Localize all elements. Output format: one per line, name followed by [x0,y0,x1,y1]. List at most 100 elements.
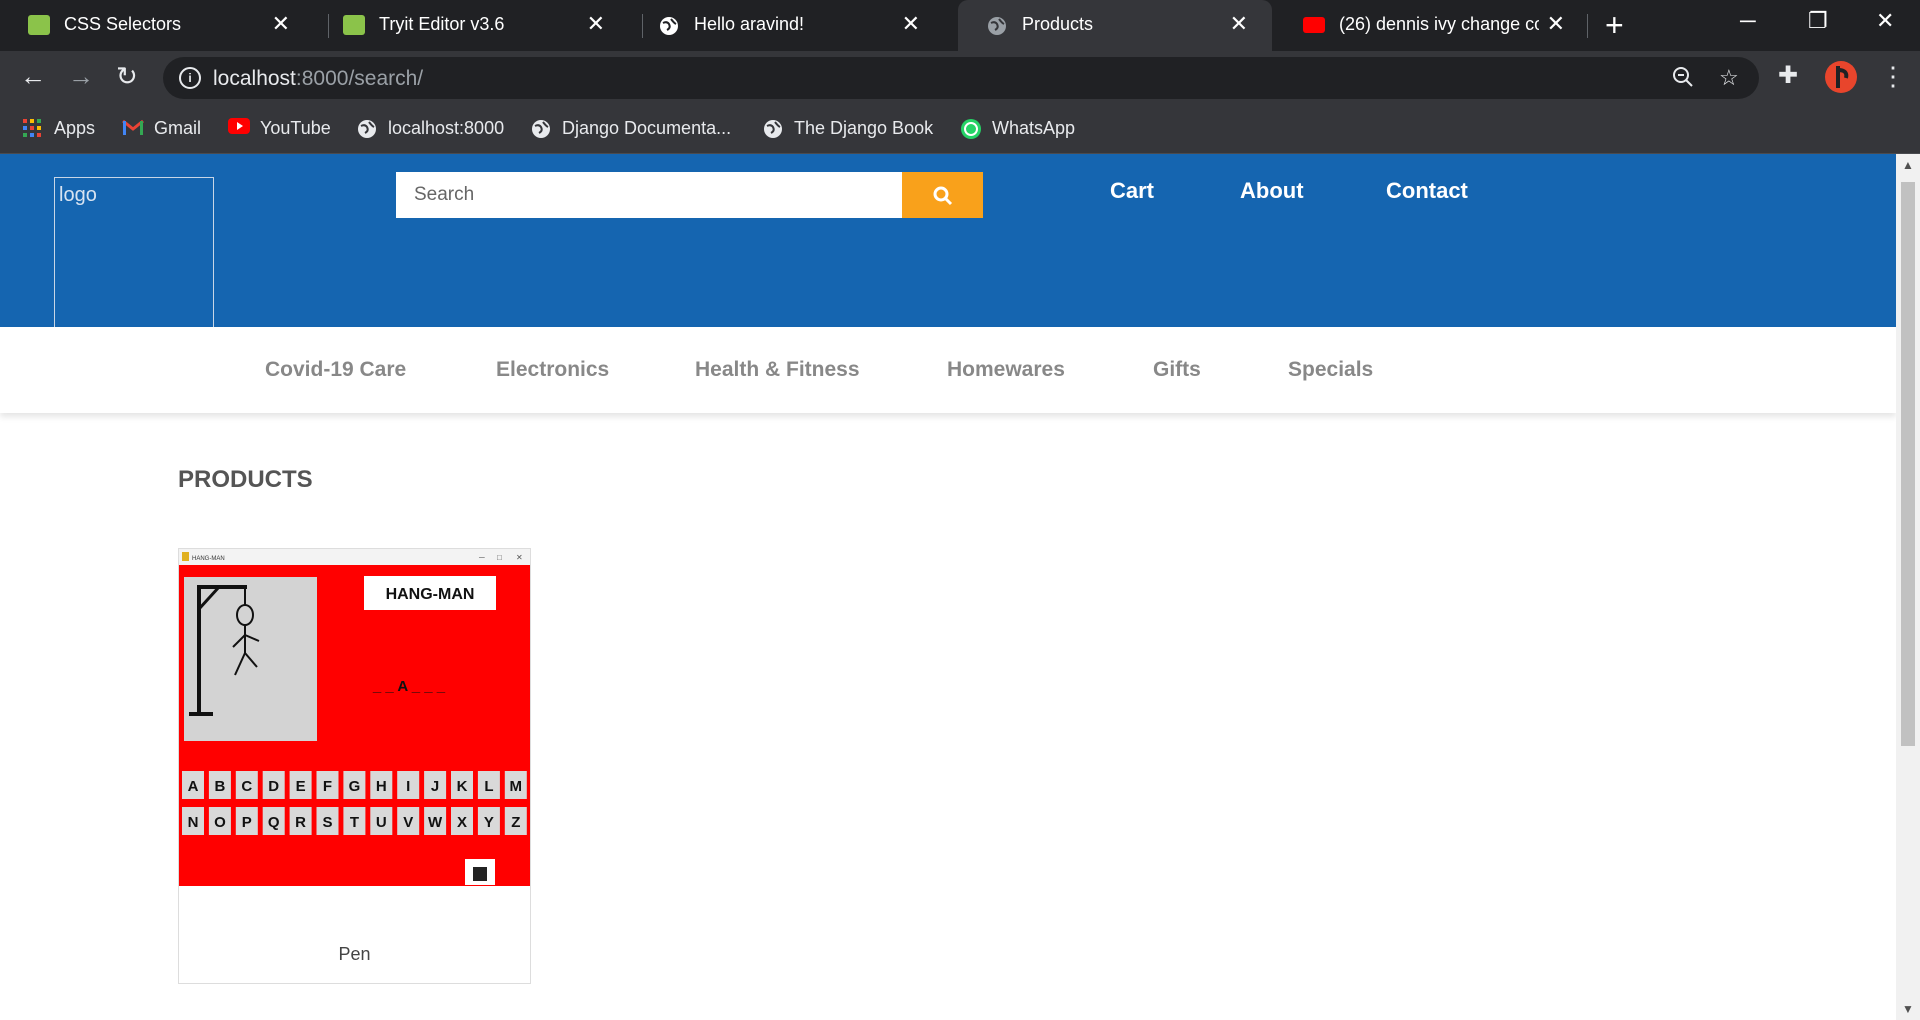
site-header: logo Cart About Contact [0,154,1896,327]
address-bar[interactable]: i localhost:8000/search/ ☆ [163,57,1759,99]
product-name[interactable]: Pen [179,944,530,965]
menu-icon[interactable]: ⋮ [1880,61,1906,91]
apps-grid-icon [22,118,42,138]
category-health-fitness[interactable]: Health & Fitness [695,358,860,382]
reload-icon[interactable]: ↻ [116,61,138,91]
bookmark-youtube[interactable]: YouTube [228,114,331,142]
minimize-icon[interactable]: ─ [1740,8,1756,34]
category-nav: Covid-19 Care Electronics Health & Fitne… [0,327,1896,413]
globe-icon [658,15,680,35]
category-specials[interactable]: Specials [1288,358,1373,382]
window-close-icon[interactable]: ✕ [1876,8,1894,34]
category-electronics[interactable]: Electronics [496,358,609,382]
svg-text:─: ─ [478,553,485,562]
globe-icon [762,118,782,138]
svg-text:✕: ✕ [516,553,523,562]
letter-key-label: H [376,778,387,795]
tab-youtube[interactable]: (26) dennis ivy change colo ✕ [1275,0,1589,51]
nav-cart[interactable]: Cart [1110,178,1154,204]
product-image[interactable]: HANG-MAN ─ □ ✕ HANG-MAN _ _ A _ _ _ A B … [179,549,530,886]
vertical-scrollbar[interactable]: ▲ ▼ [1896,154,1920,1020]
url-text[interactable]: localhost:8000/search/ [213,67,423,91]
globe-icon [986,15,1008,35]
letter-key-label: D [268,778,279,795]
site-info-icon[interactable]: i [179,67,201,89]
letter-key-label: G [349,778,361,795]
bookmark-apps[interactable]: Apps [22,114,95,142]
letter-key-label: Q [268,814,280,831]
w3-icon [28,15,50,35]
search-form [396,172,983,218]
scroll-down-icon[interactable]: ▼ [1902,1002,1914,1016]
category-homewares[interactable]: Homewares [947,358,1065,382]
forward-icon[interactable]: → [68,61,94,91]
nav-about[interactable]: About [1240,178,1304,204]
letter-key-label: M [510,778,523,795]
letter-key-label: O [214,814,226,831]
category-gifts[interactable]: Gifts [1153,358,1201,382]
bookmark-localhost[interactable]: localhost:8000 [356,114,504,142]
back-icon[interactable]: ← [20,61,46,91]
letter-key-label: A [188,778,199,795]
close-icon[interactable]: ✕ [902,12,920,36]
scroll-up-icon[interactable]: ▲ [1902,158,1914,172]
bookmark-django-docs[interactable]: Django Documenta... [530,114,731,142]
tab-title: (26) dennis ivy change colo [1339,14,1539,34]
svg-text:HANG-MAN: HANG-MAN [386,586,475,603]
bookmark-whatsapp[interactable]: WhatsApp [960,114,1075,142]
search-input[interactable] [396,172,903,218]
products-heading: PRODUCTS [178,466,313,493]
avatar[interactable] [1824,60,1858,100]
search-button[interactable] [902,172,983,218]
globe-icon [530,118,550,138]
tab-strip: CSS Selectors ✕ Tryit Editor v3.6 ✕ Hell… [0,0,1920,51]
tab-title: Products [1022,14,1094,34]
svg-text:_ _ A _ _ _: _ _ A _ _ _ [372,678,446,695]
letter-key-label: R [295,814,306,831]
letter-key-label: X [457,814,467,831]
star-icon[interactable]: ☆ [1719,65,1739,91]
tab-products[interactable]: Products ✕ [958,0,1272,51]
letter-key-label: F [323,778,332,795]
letter-key-label: J [431,778,439,795]
close-icon[interactable]: ✕ [272,12,290,36]
letter-key-label: U [376,814,387,831]
product-card[interactable]: HANG-MAN ─ □ ✕ HANG-MAN _ _ A _ _ _ A B … [178,548,531,984]
letter-key-label: B [214,778,225,795]
restore-icon[interactable]: ❐ [1808,8,1828,34]
category-covid-19-care[interactable]: Covid-19 Care [265,358,406,382]
extensions-icon[interactable]: ✚ [1778,61,1798,91]
tab-tryit-editor[interactable]: Tryit Editor v3.6 ✕ [315,0,629,51]
close-icon[interactable]: ✕ [587,12,605,36]
logo-alt-text: logo [59,184,97,206]
letter-key-label: S [322,814,332,831]
letter-key-label: V [403,814,413,831]
bookmark-gmail[interactable]: Gmail [122,114,201,142]
letter-key-label: E [296,778,306,795]
logo[interactable]: logo [54,177,214,327]
letter-key-label: N [188,814,199,831]
tab-title: Hello aravind! [694,14,805,34]
svg-text:HANG-MAN: HANG-MAN [192,556,225,562]
tab-css-selectors[interactable]: CSS Selectors ✕ [0,0,314,51]
letter-key-label: W [428,814,443,831]
close-icon[interactable]: ✕ [1547,12,1565,36]
letter-key-label: Z [511,814,520,831]
bookmark-django-book[interactable]: The Django Book [762,114,933,142]
nav-contact[interactable]: Contact [1386,178,1468,204]
w3-icon [343,15,365,35]
new-tab-button[interactable]: + [1605,8,1624,42]
browser-toolbar: ← → ↻ i localhost:8000/search/ ☆ ✚ ⋮ [0,51,1920,105]
letter-key-label: K [457,778,468,795]
page-viewport: logo Cart About Contact Covid-19 Care El… [0,154,1896,1020]
letter-key-label: L [484,778,493,795]
tab-hello-aravind[interactable]: Hello aravind! ✕ [630,0,944,51]
svg-text:□: □ [497,553,502,562]
whatsapp-icon [960,118,981,139]
tab-title: Tryit Editor v3.6 [379,14,505,34]
scrollbar-thumb[interactable] [1901,182,1915,746]
letter-key-label: C [241,778,252,795]
close-icon[interactable]: ✕ [1230,12,1248,36]
bookmarks-bar: Apps Gmail YouTube localhost:8000 Django… [0,105,1920,154]
zoom-icon[interactable] [1671,65,1695,95]
